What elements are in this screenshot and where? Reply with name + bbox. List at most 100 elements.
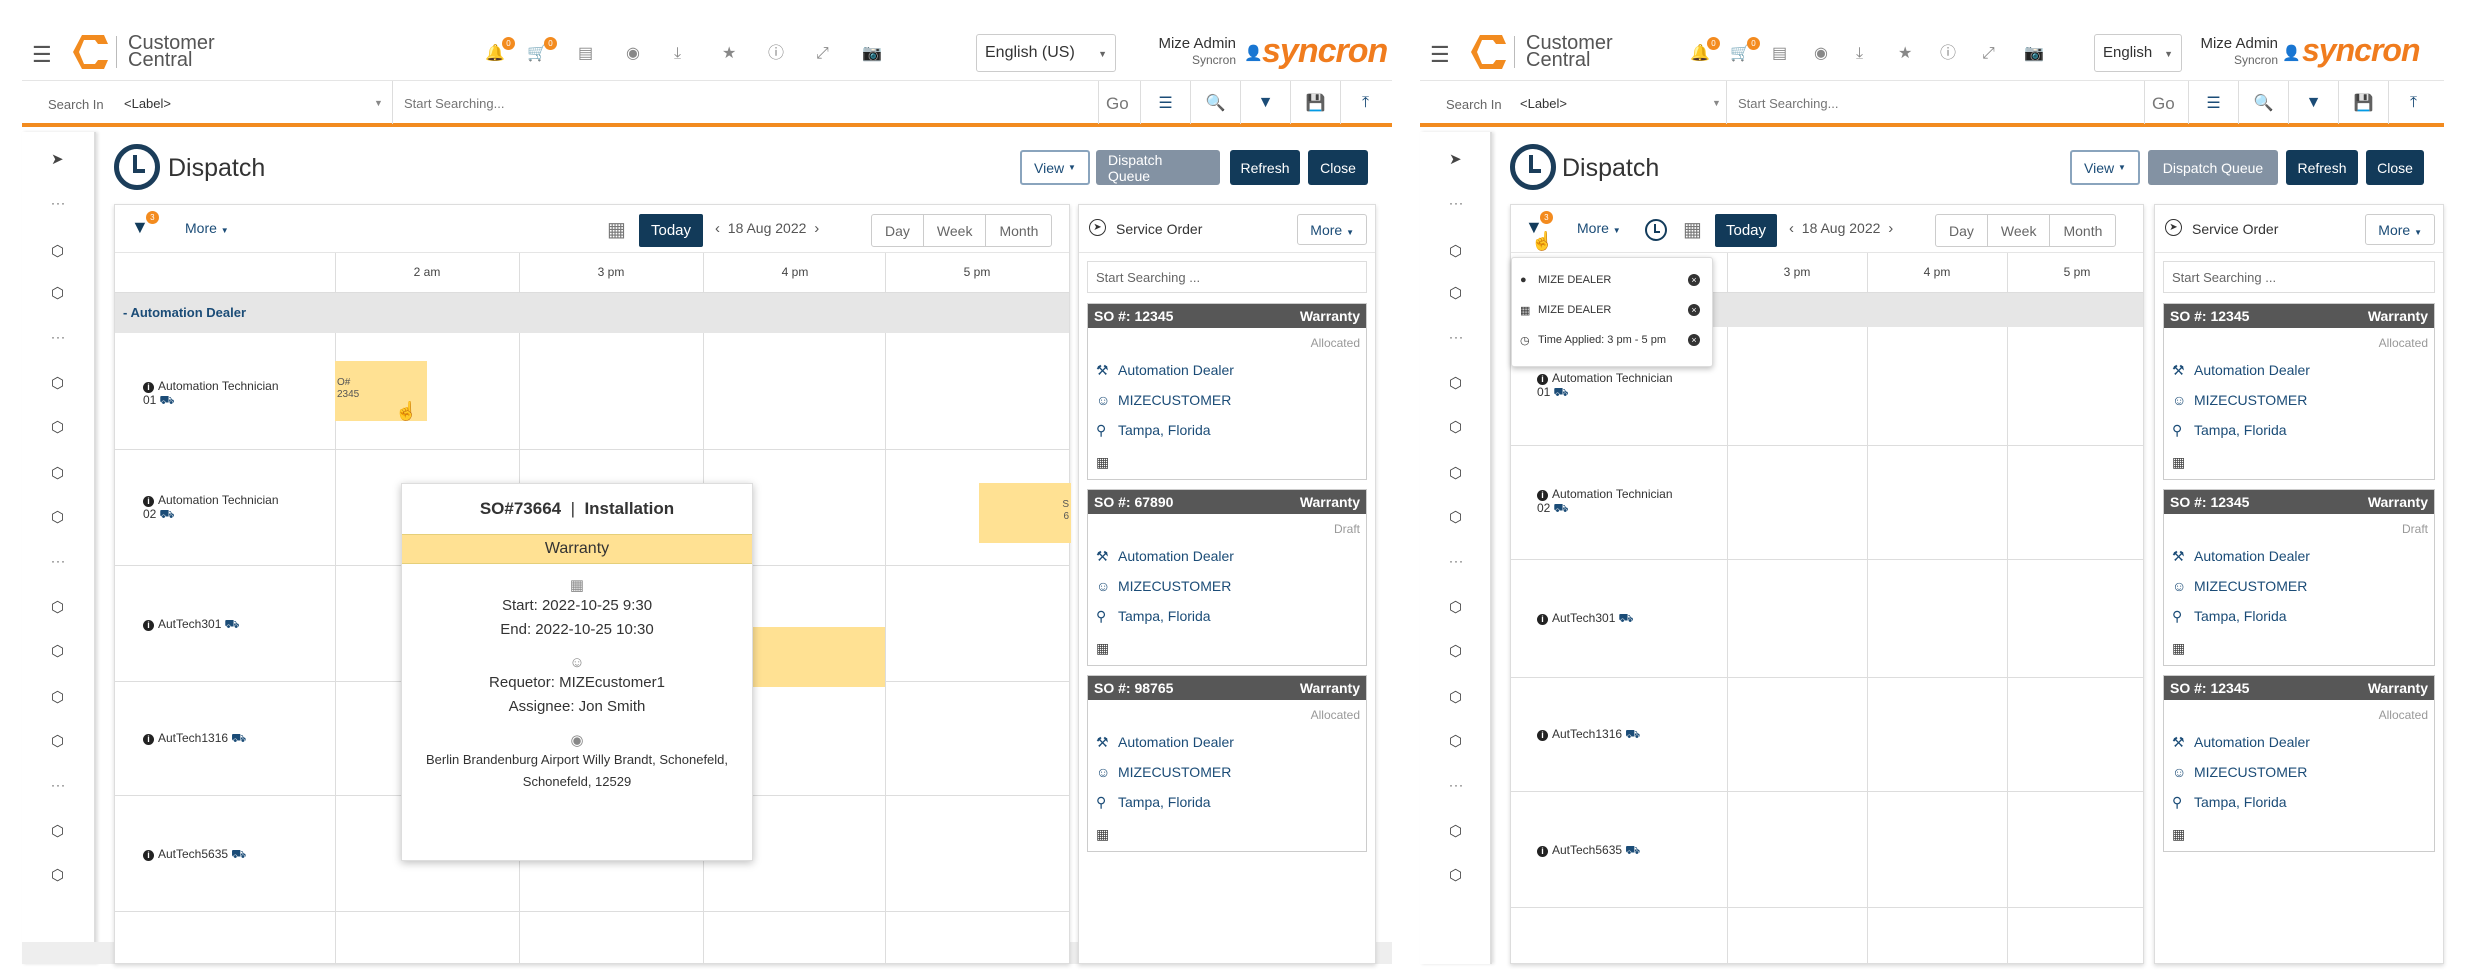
camera-icon[interactable]: 📷 (862, 46, 882, 62)
advanced-search-button[interactable]: 🔍 (2238, 81, 2288, 124)
advanced-search-button[interactable]: 🔍 (1190, 81, 1240, 124)
arrow-right-circle-icon[interactable]: ➤ (1449, 152, 1462, 167)
so-location-link[interactable]: ⚲ Tampa, Florida (2172, 794, 2287, 811)
dispatch-queue-button[interactable]: Dispatch Queue (1096, 150, 1220, 185)
refresh-button[interactable]: Refresh (1230, 150, 1300, 185)
info-icon[interactable]: i (143, 850, 154, 861)
so-dealer-link[interactable]: ⚒ Automation Dealer (1096, 362, 1234, 379)
cart-icon[interactable]: 🛒 0 (1730, 37, 1760, 62)
notification-bell-icon[interactable]: 🔔 0 (1690, 37, 1720, 62)
stamp-icon[interactable]: ◉ (1814, 46, 1828, 62)
so-dealer-link[interactable]: ⚒ Automation Dealer (2172, 548, 2310, 565)
technician-row-label[interactable]: i AutTech1316 ⛟ (1537, 727, 1640, 741)
so-location-link[interactable]: ⚲ Tampa, Florida (2172, 422, 2287, 439)
cube-icon[interactable]: ⬡ (1449, 376, 1462, 391)
user-icon[interactable]: 👤 (1244, 44, 1263, 62)
calendar-icon[interactable]: ▦ (607, 217, 626, 242)
technician-row-label[interactable]: i AutTech301 ⛟ (143, 617, 240, 631)
barcode-button[interactable]: ☰ (2188, 81, 2238, 124)
service-order-card[interactable]: SO #: 12345 Warranty Draft ⚒ Automation De… (2163, 489, 2435, 666)
so-more-dropdown[interactable]: More ▼ (1297, 214, 1367, 245)
calendar-icon[interactable]: ▦ (2172, 454, 2185, 471)
refresh-button[interactable]: Refresh (2286, 150, 2358, 185)
so-dealer-link[interactable]: ⚒ Automation Dealer (2172, 734, 2310, 751)
barcode-button[interactable]: ☰ (1140, 81, 1190, 124)
service-order-card[interactable]: SO #: 98765 Warranty Allocated ⚒ Automatio… (1087, 675, 1367, 852)
so-customer-link[interactable]: ☺ MIZECUSTOMER (2172, 764, 2307, 780)
cart-icon[interactable]: 🛒 0 (527, 37, 557, 62)
calendar-icon[interactable]: ▦ (1096, 826, 1109, 843)
so-dealer-link[interactable]: ⚒ Automation Dealer (1096, 734, 1234, 751)
cube-icon[interactable]: ⬡ (1449, 510, 1462, 525)
cube-icon[interactable]: ⬡ (1449, 644, 1462, 659)
calendar-icon[interactable]: ▦ (2172, 640, 2185, 657)
user-info[interactable]: Mize Admin Syncron (1132, 36, 1236, 68)
cube-icon[interactable]: ⬡ (51, 376, 64, 391)
pin-button[interactable]: ⤒ (1340, 81, 1390, 124)
star-icon[interactable]: ★ (1898, 46, 1912, 62)
language-select[interactable]: English ▼ (2094, 34, 2182, 72)
today-button[interactable]: Today (639, 214, 703, 247)
technician-row-label[interactable]: i Automation Technician 02 ⛟ (143, 493, 279, 521)
service-order-card[interactable]: SO #: 12345 Warranty Allocated ⚒ Automatio… (2163, 675, 2435, 852)
more-dots-icon[interactable]: ··· (1449, 196, 1464, 210)
prev-date-icon[interactable]: ‹ (715, 220, 720, 237)
arrow-right-circle-icon[interactable]: ➤ (51, 152, 64, 167)
time-filter-clock-icon[interactable] (1645, 219, 1667, 241)
cube-icon[interactable]: ⬡ (51, 420, 64, 435)
info-icon[interactable]: i (143, 734, 154, 745)
info-icon[interactable]: i (143, 382, 154, 393)
view-button[interactable]: View ▼ (2070, 150, 2140, 185)
hamburger-menu-icon[interactable]: ☰ (1430, 42, 1450, 68)
cube-icon[interactable]: ⬡ (51, 644, 64, 659)
so-customer-link[interactable]: ☺ MIZECUSTOMER (1096, 392, 1231, 408)
view-button[interactable]: View ▼ (1020, 150, 1090, 185)
week-view-button[interactable]: Week (1988, 215, 2051, 246)
more-dots-icon[interactable]: ··· (1449, 778, 1464, 792)
notification-bell-icon[interactable]: 🔔 0 (485, 37, 515, 62)
filter-funnel-icon[interactable]: ▼ 3 (131, 211, 159, 238)
download-icon[interactable]: ⤓ (1856, 46, 1863, 62)
expand-icon[interactable]: ⤢ (816, 46, 829, 62)
remove-filter-icon[interactable]: × (1688, 334, 1700, 346)
calendar-icon[interactable]: ▦ (1096, 640, 1109, 657)
more-dots-icon[interactable]: ··· (1449, 554, 1464, 568)
so-customer-link[interactable]: ☺ MIZECUSTOMER (2172, 392, 2307, 408)
next-date-icon[interactable]: › (814, 220, 819, 237)
help-icon[interactable]: ⓘ (768, 46, 784, 62)
so-dealer-link[interactable]: ⚒ Automation Dealer (1096, 548, 1234, 565)
service-order-card[interactable]: SO #: 12345 Warranty Allocated ⚒ Automatio… (2163, 303, 2435, 480)
today-button[interactable]: Today (1715, 214, 1777, 247)
technician-row-label[interactable]: i Automation Technician 01 ⛟ (143, 379, 279, 407)
hamburger-menu-icon[interactable]: ☰ (32, 42, 52, 68)
cube-icon[interactable]: ⬡ (1449, 466, 1462, 481)
technician-row-label[interactable]: i AutTech5635 ⛟ (143, 847, 246, 861)
technician-row-label[interactable]: i AutTech5635 ⛟ (1537, 843, 1640, 857)
filter-button[interactable]: ▼ (1240, 81, 1290, 124)
go-button[interactable]: Go (2152, 94, 2175, 114)
help-icon[interactable]: ⓘ (1940, 46, 1956, 62)
arrow-right-circle-icon[interactable]: ➤ (2165, 219, 2182, 236)
expand-icon[interactable]: ⤢ (1982, 46, 1995, 62)
so-customer-link[interactable]: ☺ MIZECUSTOMER (1096, 764, 1231, 780)
day-view-button[interactable]: Day (1936, 215, 1988, 246)
search-scope-select[interactable]: <Label> ▼ (1520, 96, 1721, 111)
cube-icon[interactable]: ⬡ (51, 286, 64, 301)
close-button[interactable]: Close (1308, 150, 1368, 185)
cube-icon[interactable]: ⬡ (51, 244, 64, 259)
save-button[interactable]: 💾 (2338, 81, 2388, 124)
download-icon[interactable]: ⤓ (674, 46, 681, 62)
next-date-icon[interactable]: › (1888, 220, 1893, 237)
cube-icon[interactable]: ⬡ (1449, 868, 1462, 883)
more-dots-icon[interactable]: ··· (51, 196, 66, 210)
cube-icon[interactable]: ⬡ (1449, 286, 1462, 301)
cube-icon[interactable]: ⬡ (51, 868, 64, 883)
week-view-button[interactable]: Week (924, 215, 987, 246)
more-dropdown[interactable]: More ▼ (185, 220, 229, 236)
cube-icon[interactable]: ⬡ (51, 734, 64, 749)
service-order-search-input[interactable]: Start Searching ... (1087, 261, 1367, 293)
filter-button[interactable]: ▼ (2288, 81, 2338, 124)
so-dealer-link[interactable]: ⚒ Automation Dealer (2172, 362, 2310, 379)
more-dropdown[interactable]: More ▼ (1577, 220, 1621, 236)
so-location-link[interactable]: ⚲ Tampa, Florida (1096, 422, 1211, 439)
